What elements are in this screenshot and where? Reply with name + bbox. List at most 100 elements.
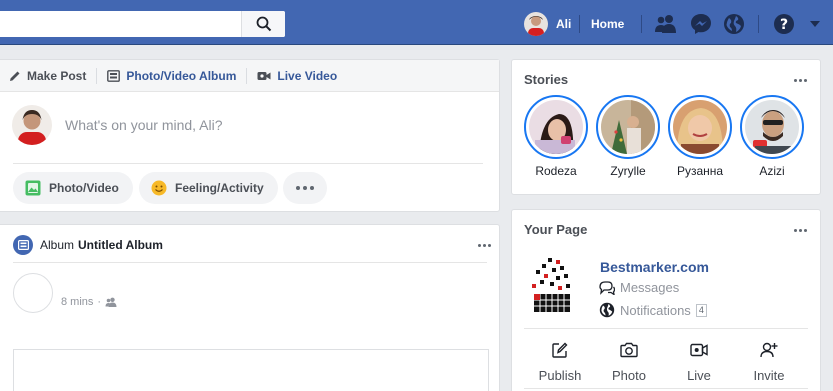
invite-button[interactable]: Invite bbox=[741, 340, 797, 383]
tab-photo-video-album[interactable]: Photo/Video Album bbox=[107, 60, 246, 92]
divider bbox=[13, 163, 483, 164]
account-menu-caret-icon[interactable] bbox=[803, 12, 827, 36]
story-name: Рузанна bbox=[676, 164, 724, 178]
story-item[interactable]: Azizi bbox=[739, 95, 805, 178]
globe-notifications-icon[interactable] bbox=[722, 12, 746, 36]
story-item[interactable]: Zyrylle bbox=[595, 95, 661, 178]
story-ring bbox=[596, 95, 660, 159]
divider bbox=[579, 15, 580, 33]
album-prefix: Album bbox=[40, 238, 75, 252]
more-icon bbox=[296, 186, 314, 190]
live-video-icon bbox=[671, 340, 727, 360]
messages-link[interactable]: Messages bbox=[599, 280, 679, 295]
home-link[interactable]: Home bbox=[591, 17, 624, 31]
post-meta: 8 mins · bbox=[61, 296, 117, 308]
messages-icon bbox=[599, 280, 615, 295]
separator: · bbox=[97, 296, 102, 308]
post-timestamp[interactable]: 8 mins bbox=[61, 296, 93, 308]
smiley-icon bbox=[151, 180, 167, 196]
album-icon bbox=[13, 235, 33, 255]
search-icon bbox=[256, 16, 271, 32]
messenger-icon[interactable] bbox=[689, 12, 713, 36]
globe-icon bbox=[599, 302, 615, 318]
divider bbox=[246, 67, 248, 84]
avatar bbox=[12, 105, 52, 145]
publish-button[interactable]: Publish bbox=[532, 340, 588, 383]
friends-audience-icon[interactable] bbox=[105, 297, 117, 307]
divider bbox=[641, 15, 642, 33]
stories-options-icon[interactable] bbox=[794, 79, 807, 82]
help-icon[interactable]: ? bbox=[772, 12, 796, 36]
photo-video-label: Photo/Video bbox=[49, 181, 119, 195]
invite-label: Invite bbox=[753, 368, 785, 383]
stories-panel: Stories Rodeza Zyrylle Рузанна Azizi bbox=[511, 59, 821, 195]
photo-video-button[interactable]: Photo/Video bbox=[13, 172, 133, 204]
composer-body: What's on your mind, Ali? bbox=[0, 93, 499, 163]
notifications-link[interactable]: Notifications 4 bbox=[599, 302, 707, 318]
your-page-panel: Your Page Bestmarker.com Messages Notifi… bbox=[511, 209, 821, 391]
avatar bbox=[524, 12, 548, 36]
pencil-icon bbox=[9, 70, 21, 82]
publish-label: Publish bbox=[538, 368, 582, 383]
tab-label: Live Video bbox=[277, 68, 338, 83]
status-input[interactable]: What's on your mind, Ali? bbox=[65, 117, 223, 133]
feeling-activity-label: Feeling/Activity bbox=[175, 181, 264, 195]
album-post: Album Untitled Album 8 mins · bbox=[0, 224, 500, 391]
avatar[interactable] bbox=[13, 273, 53, 313]
story-ring bbox=[668, 95, 732, 159]
video-camera-icon bbox=[257, 71, 271, 81]
album-content-area[interactable] bbox=[13, 349, 489, 391]
story-ring bbox=[524, 95, 588, 159]
post-composer: Make Post Photo/Video Album Live Video W… bbox=[0, 59, 500, 212]
messages-label: Messages bbox=[620, 280, 680, 295]
story-name: Rodeza bbox=[535, 164, 577, 178]
camera-icon bbox=[601, 340, 657, 360]
feeling-activity-button[interactable]: Feeling/Activity bbox=[139, 172, 278, 204]
notifications-count-badge: 4 bbox=[695, 303, 707, 317]
album-icon bbox=[107, 69, 121, 82]
search-input[interactable] bbox=[0, 11, 285, 37]
your-page-options-icon[interactable] bbox=[794, 229, 807, 232]
profile-link[interactable]: Ali bbox=[524, 12, 571, 36]
your-page-title: Your Page bbox=[524, 222, 588, 237]
divider bbox=[13, 262, 487, 263]
stories-title: Stories bbox=[524, 72, 569, 87]
notifications-label: Notifications bbox=[620, 302, 691, 318]
divider bbox=[96, 67, 98, 84]
divider bbox=[524, 388, 808, 389]
more-options-button[interactable] bbox=[283, 172, 327, 204]
composer-tabs: Make Post Photo/Video Album Live Video bbox=[0, 60, 499, 92]
invite-user-icon bbox=[741, 340, 797, 360]
top-navigation-bar: Ali Home ? bbox=[0, 0, 833, 45]
divider bbox=[524, 328, 808, 329]
search-button[interactable] bbox=[241, 11, 285, 37]
album-title[interactable]: Untitled Album bbox=[78, 238, 163, 252]
post-header: Album Untitled Album bbox=[13, 235, 163, 255]
tab-label: Photo/Video Album bbox=[126, 68, 237, 83]
live-label: Live bbox=[687, 368, 711, 383]
photo-label: Photo bbox=[612, 368, 646, 383]
story-thumbnail bbox=[745, 100, 799, 154]
edit-icon bbox=[532, 340, 588, 360]
live-button[interactable]: Live bbox=[671, 340, 727, 383]
tab-live-video[interactable]: Live Video bbox=[257, 60, 347, 92]
photo-icon bbox=[25, 180, 41, 196]
post-options-icon[interactable] bbox=[478, 244, 491, 247]
tab-make-post[interactable]: Make Post bbox=[9, 60, 96, 92]
story-name: Zyrylle bbox=[610, 164, 646, 178]
story-thumbnail bbox=[601, 100, 655, 154]
page-logo[interactable] bbox=[530, 256, 580, 316]
page-name-link[interactable]: Bestmarker.com bbox=[600, 259, 709, 275]
svg-text:?: ? bbox=[780, 17, 788, 33]
photo-button[interactable]: Photo bbox=[601, 340, 657, 383]
story-ring bbox=[740, 95, 804, 159]
divider bbox=[758, 15, 759, 33]
story-item[interactable]: Рузанна bbox=[667, 95, 733, 178]
story-item[interactable]: Rodeza bbox=[523, 95, 589, 178]
friend-requests-icon[interactable] bbox=[654, 12, 678, 36]
story-thumbnail bbox=[529, 100, 583, 154]
story-thumbnail bbox=[673, 100, 727, 154]
profile-name: Ali bbox=[556, 17, 572, 31]
tab-label: Make Post bbox=[27, 68, 87, 83]
story-name: Azizi bbox=[759, 164, 785, 178]
